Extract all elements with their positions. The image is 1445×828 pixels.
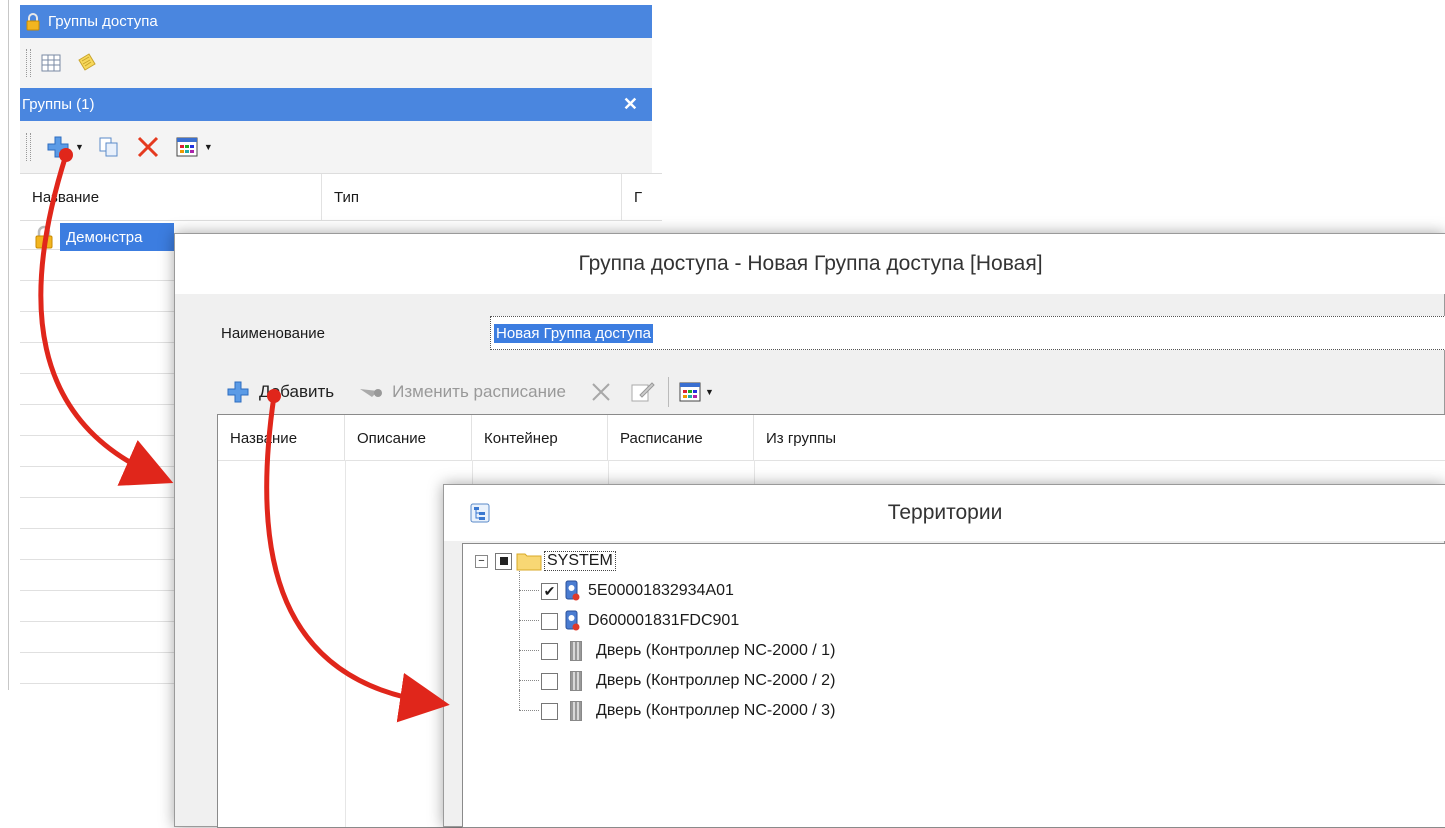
tree-checkbox-partial[interactable] bbox=[495, 552, 512, 570]
column-header-name[interactable]: Название bbox=[218, 415, 345, 461]
territory-tree: − SYSTEM ✔ 5E00001832934A01 D600001831FD… bbox=[462, 543, 1445, 828]
close-panel-button[interactable]: ✕ bbox=[623, 94, 638, 115]
window-titlebar: Группы доступа bbox=[20, 5, 652, 38]
tree-checkbox[interactable] bbox=[541, 642, 558, 660]
tree-checkbox[interactable] bbox=[541, 612, 558, 630]
toolbar-separator bbox=[667, 377, 669, 407]
column-chooser-icon[interactable] bbox=[176, 137, 198, 157]
tree-node-system[interactable]: − SYSTEM bbox=[475, 548, 616, 574]
lock-icon bbox=[26, 12, 40, 30]
tree-item-label[interactable]: Дверь (Контроллер NC-2000 / 1) bbox=[596, 642, 835, 660]
dialog-title: Группа доступа - Новая Группа доступа [Н… bbox=[175, 234, 1445, 294]
grid-icon[interactable] bbox=[41, 54, 61, 72]
name-label: Наименование bbox=[221, 325, 325, 342]
groups-toolbar: ▼ ▼ bbox=[20, 121, 652, 173]
name-field[interactable]: Новая Группа доступа bbox=[490, 316, 1445, 350]
chevron-down-icon[interactable]: ▼ bbox=[705, 387, 714, 397]
tree-item-label[interactable]: 5E00001832934A01 bbox=[588, 582, 734, 600]
group-lock-icon bbox=[35, 225, 53, 249]
reader-icon bbox=[565, 580, 580, 601]
edit-schedule-button[interactable]: Изменить расписание bbox=[392, 382, 566, 402]
column-chooser-icon[interactable] bbox=[679, 382, 701, 402]
tree-item-reader-2[interactable]: D600001831FDC901 bbox=[541, 608, 739, 634]
door-icon bbox=[570, 671, 582, 691]
add-icon[interactable] bbox=[227, 381, 249, 403]
tree-checkbox-checked[interactable]: ✔ bbox=[541, 582, 558, 600]
notes-icon[interactable] bbox=[75, 52, 99, 74]
tree-item-door-1[interactable]: Дверь (Контроллер NC-2000 / 1) bbox=[541, 638, 835, 664]
tree-connector bbox=[519, 690, 520, 710]
collapse-toggle-icon[interactable]: − bbox=[475, 554, 488, 568]
main-toolbar bbox=[20, 38, 652, 88]
column-header-extra[interactable]: Г bbox=[622, 174, 662, 220]
tree-connector bbox=[519, 680, 539, 681]
tree-connector bbox=[519, 568, 520, 690]
tree-item-door-3[interactable]: Дверь (Контроллер NC-2000 / 3) bbox=[541, 698, 835, 724]
column-header-description[interactable]: Описание bbox=[345, 415, 472, 461]
selected-group-name[interactable]: Демонстра bbox=[60, 223, 174, 251]
edit-icon[interactable] bbox=[630, 381, 656, 403]
members-toolbar: Добавить Изменить расписание ▼ bbox=[215, 372, 1445, 412]
tree-connector bbox=[519, 710, 539, 711]
door-icon bbox=[570, 701, 582, 721]
tree-item-door-2[interactable]: Дверь (Контроллер NC-2000 / 2) bbox=[541, 668, 835, 694]
toolbar-grip[interactable] bbox=[26, 133, 31, 161]
column-header-name[interactable]: Название bbox=[20, 174, 322, 220]
add-icon[interactable] bbox=[47, 136, 69, 158]
tree-item-label[interactable]: Дверь (Контроллер NC-2000 / 2) bbox=[596, 672, 835, 690]
tree-checkbox[interactable] bbox=[541, 672, 558, 690]
members-grid-header: Название Описание Контейнер Расписание И… bbox=[218, 415, 1445, 461]
name-field-value: Новая Группа доступа bbox=[494, 323, 653, 343]
column-header-schedule[interactable]: Расписание bbox=[608, 415, 754, 461]
territories-dialog: Территории − SYSTEM ✔ 5E00001832934A01 D… bbox=[443, 484, 1445, 828]
folder-icon bbox=[516, 553, 542, 571]
column-divider bbox=[345, 460, 346, 827]
territories-titlebar: Территории bbox=[444, 485, 1445, 541]
window-title: Группы доступа bbox=[48, 13, 158, 30]
tree-window-icon bbox=[470, 503, 490, 523]
tree-item-reader-1[interactable]: ✔ 5E00001832934A01 bbox=[541, 578, 734, 604]
add-button[interactable]: Добавить bbox=[259, 382, 334, 402]
tree-checkbox[interactable] bbox=[541, 702, 558, 720]
tree-connector bbox=[519, 590, 539, 591]
column-header-from-group[interactable]: Из группы bbox=[754, 415, 1445, 461]
groups-panel-header: Группы (1) ✕ bbox=[20, 88, 652, 121]
tree-node-label[interactable]: SYSTEM bbox=[544, 551, 616, 571]
delete-icon[interactable] bbox=[590, 381, 612, 403]
tree-connector bbox=[519, 650, 539, 651]
column-header-type[interactable]: Тип bbox=[322, 174, 622, 220]
schedule-icon bbox=[360, 389, 383, 397]
chevron-down-icon[interactable]: ▼ bbox=[75, 142, 84, 152]
delete-icon[interactable] bbox=[136, 135, 160, 159]
tree-item-label[interactable]: Дверь (Контроллер NC-2000 / 3) bbox=[596, 702, 835, 720]
reader-icon bbox=[565, 610, 580, 631]
groups-grid-header: Название Тип Г bbox=[20, 173, 662, 221]
column-header-container[interactable]: Контейнер bbox=[472, 415, 608, 461]
copy-icon[interactable] bbox=[98, 136, 120, 158]
toolbar-grip[interactable] bbox=[26, 49, 31, 77]
territories-title: Территории bbox=[887, 501, 1003, 524]
chevron-down-icon[interactable]: ▼ bbox=[204, 142, 213, 152]
tree-item-label[interactable]: D600001831FDC901 bbox=[588, 612, 739, 630]
door-icon bbox=[570, 641, 582, 661]
tree-connector bbox=[519, 620, 539, 621]
groups-panel-title: Группы (1) bbox=[22, 96, 95, 113]
